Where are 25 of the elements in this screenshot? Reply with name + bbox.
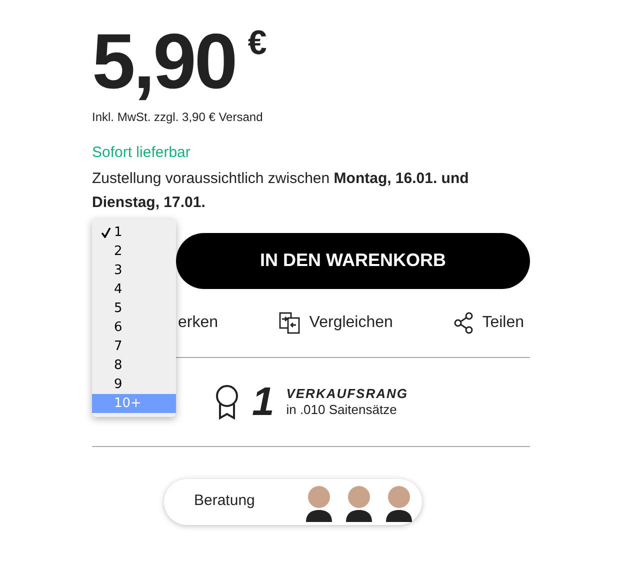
price: 5,90 bbox=[92, 22, 236, 100]
advice-button[interactable]: Beratung bbox=[164, 478, 422, 524]
add-to-cart-button[interactable]: IN DEN WARENKORB bbox=[176, 232, 530, 288]
quantity-option[interactable]: 3 bbox=[92, 261, 176, 280]
quantity-option[interactable]: 4 bbox=[92, 280, 176, 299]
quantity-option[interactable]: 8 bbox=[92, 356, 176, 375]
rank-category: in .010 Saitensätze bbox=[286, 402, 398, 418]
price-note: Inkl. MwSt. zzgl. 3,90 € Versand bbox=[92, 109, 263, 126]
compare-icon bbox=[279, 312, 302, 334]
availability-status: Sofort lieferbar bbox=[92, 143, 190, 163]
action-link[interactable]: Teilen bbox=[454, 310, 524, 334]
action-link[interactable]: erken bbox=[178, 310, 218, 334]
quantity-option[interactable]: 6 bbox=[92, 318, 176, 337]
award-icon bbox=[214, 384, 240, 420]
delivery-text: Zustellung voraussichtlich zwischen Montag, 16.01. und Dienstag, 17.01. bbox=[92, 168, 470, 212]
share-icon bbox=[454, 312, 474, 334]
quantity-option[interactable]: 7 bbox=[92, 337, 176, 356]
quantity-option[interactable]: 2 bbox=[92, 242, 176, 261]
quantity-option[interactable]: 5 bbox=[92, 299, 176, 318]
rank-title: VERKAUFSRANG bbox=[286, 386, 408, 402]
rank-number: 1 bbox=[252, 382, 274, 422]
quantity-option[interactable]: 9 bbox=[92, 375, 176, 394]
currency: € bbox=[248, 26, 267, 60]
action-link[interactable]: Vergleichen bbox=[279, 310, 393, 334]
quantity-option[interactable]: 1 bbox=[92, 223, 176, 242]
